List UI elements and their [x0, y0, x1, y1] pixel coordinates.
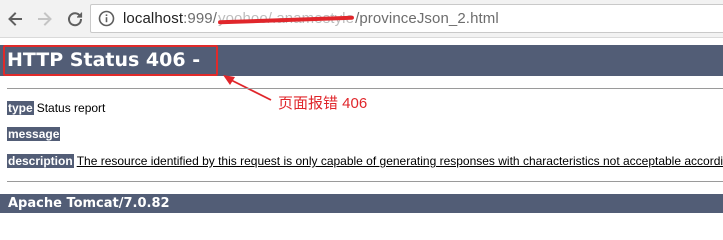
url-path-start: /	[212, 10, 217, 27]
description-row: description The resource identified by th…	[7, 154, 723, 169]
forward-button[interactable]	[33, 7, 57, 31]
annotation-arrow-icon	[223, 75, 272, 101]
browser-window: localhost:999/yoohoo/.anamestyle/provinc…	[0, 0, 723, 226]
type-label: type	[7, 101, 34, 115]
address-bar[interactable]: localhost:999/yoohoo/.anamestyle/provinc…	[90, 4, 723, 33]
message-row: message	[7, 127, 63, 142]
description-value: The resource identified by this request …	[76, 154, 723, 168]
server-signature: Apache Tomcat/7.0.82	[8, 196, 170, 211]
annotation-highlight-box	[3, 45, 218, 76]
url-text: localhost:999/yoohoo/.anamestyle/provinc…	[123, 10, 499, 27]
reload-button[interactable]	[63, 7, 87, 31]
type-value: Status report	[36, 101, 106, 115]
url-host: localhost	[123, 10, 184, 27]
annotation-note: 页面报错 406	[278, 95, 368, 112]
url-redacted-segment: yoohoo/.anamestyle	[218, 10, 355, 27]
type-row: type Status report	[7, 101, 105, 116]
message-label: message	[7, 127, 61, 141]
url-path-end: /provinceJson_2.html	[355, 10, 499, 27]
back-arrow-icon	[8, 12, 22, 26]
divider	[7, 88, 723, 89]
info-icon[interactable]	[98, 10, 115, 27]
divider	[7, 181, 723, 182]
description-label: description	[7, 154, 74, 168]
forward-arrow-icon	[38, 12, 52, 26]
reload-icon	[68, 12, 83, 27]
browser-toolbar: localhost:999/yoohoo/.anamestyle/provinc…	[0, 0, 723, 38]
back-button[interactable]	[3, 7, 27, 31]
url-port: :999	[183, 10, 213, 27]
